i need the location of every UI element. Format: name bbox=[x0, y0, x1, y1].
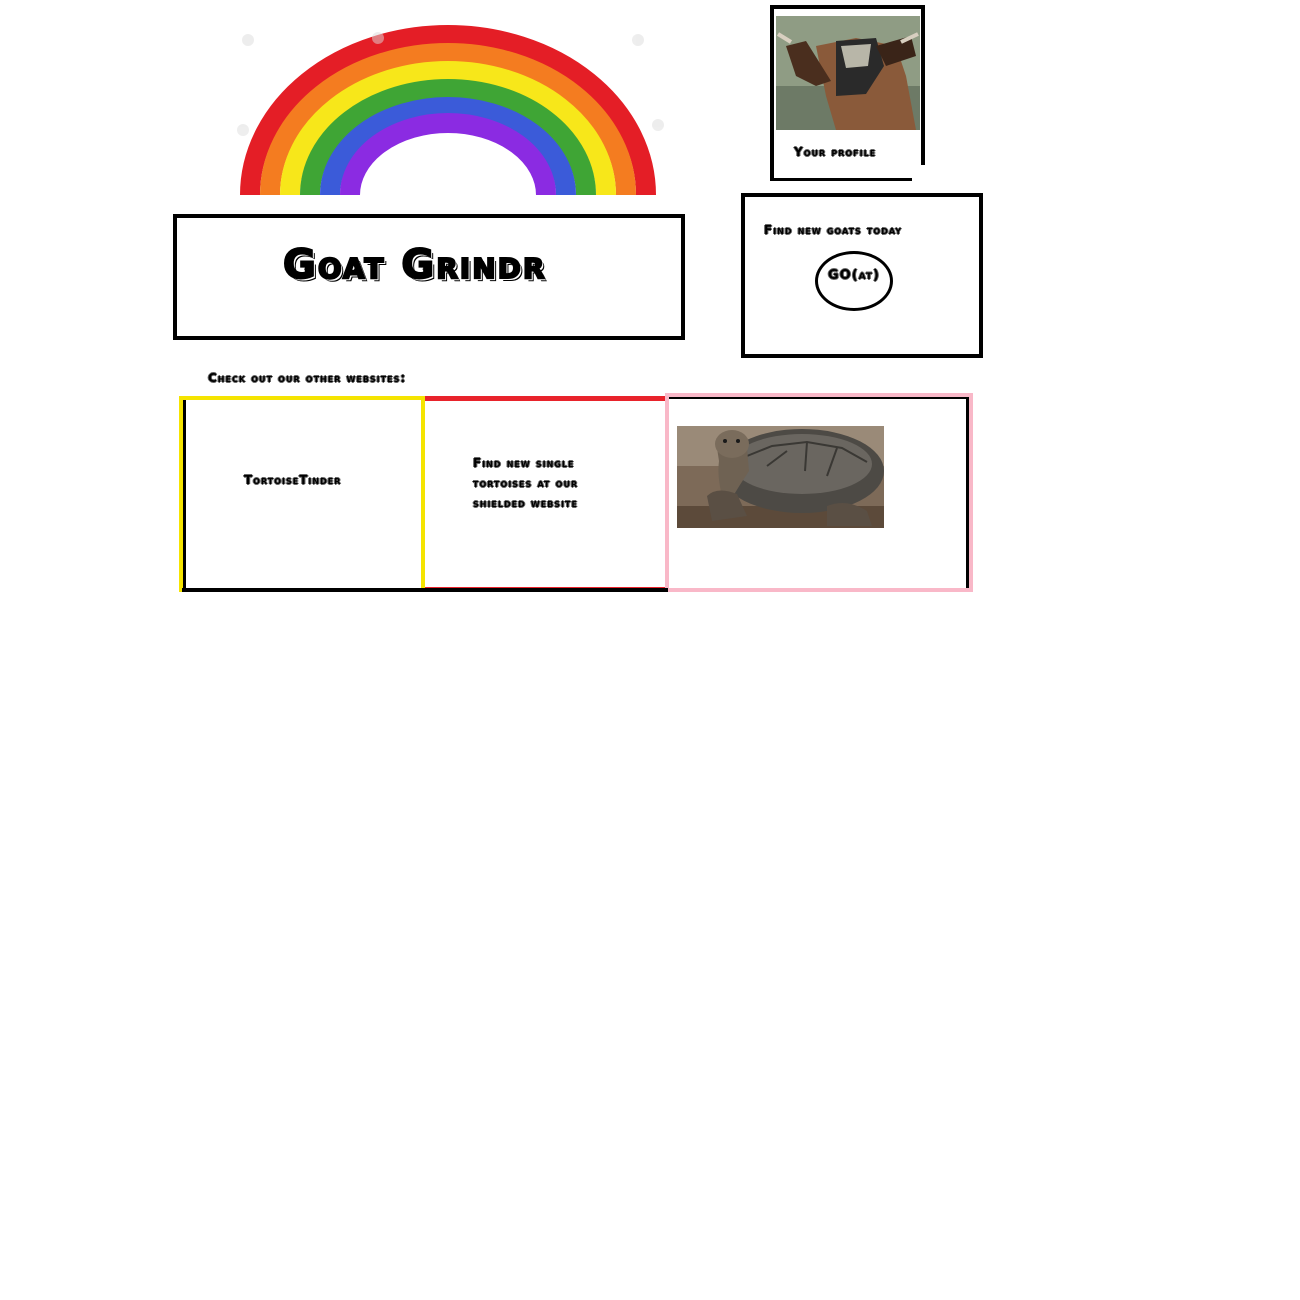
profile-card-gap bbox=[912, 165, 928, 185]
other-websites-heading: Check out our other websites: bbox=[208, 371, 407, 385]
tile-divider bbox=[183, 400, 186, 588]
profile-label[interactable]: Your profile bbox=[794, 143, 914, 161]
go-button-label[interactable]: GO(at) bbox=[815, 251, 893, 305]
tortoise-tinder-link[interactable]: TortoiseTinder bbox=[244, 471, 394, 489]
tortoise-description: Find new single tortoises at our shielde… bbox=[473, 456, 579, 510]
app-title: Goat Grindr bbox=[282, 241, 547, 289]
find-goats-text: Find new goats today bbox=[764, 223, 903, 237]
tortoise-photo[interactable] bbox=[677, 426, 884, 528]
rainbow-image bbox=[237, 25, 664, 195]
tiles-bottom-line bbox=[182, 588, 668, 592]
goat-photo[interactable] bbox=[776, 16, 920, 130]
tortoise-tinder-tile[interactable] bbox=[179, 396, 425, 592]
